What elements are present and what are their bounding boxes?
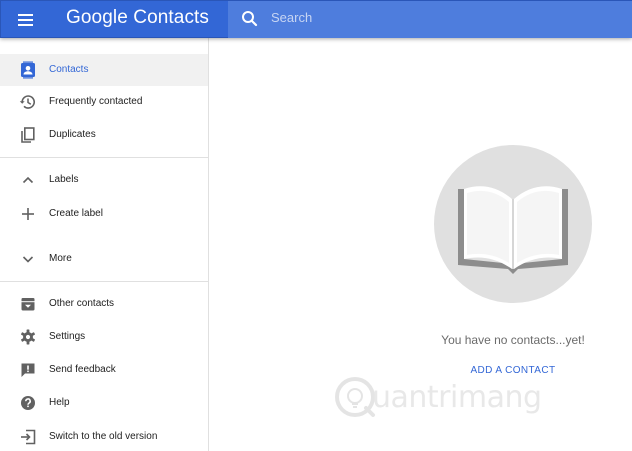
sidebar-item-label: Help (49, 397, 70, 408)
sidebar-item-label: Switch to the old version (49, 431, 158, 442)
sidebar-item-label: Duplicates (49, 129, 96, 140)
sidebar-item-labels[interactable]: Labels (0, 164, 208, 196)
archive-icon (18, 294, 38, 314)
sidebar-item-frequently-contacted[interactable]: Frequently contacted (0, 86, 208, 118)
feedback-icon (18, 360, 38, 380)
sidebar-item-settings[interactable]: Settings (0, 321, 208, 353)
duplicates-icon (18, 125, 38, 145)
sidebar-item-label: Labels (49, 174, 79, 185)
main-content: You have no contacts...yet! ADD A CONTAC… (210, 38, 632, 451)
sidebar-item-other-contacts[interactable]: Other contacts (0, 288, 208, 320)
watermark-text: uantrimang (372, 380, 542, 415)
plus-icon (18, 204, 38, 224)
search-placeholder: Search (271, 10, 313, 25)
watermark: uantrimang (332, 374, 562, 424)
help-icon (18, 393, 38, 413)
sidebar-item-label: Settings (49, 331, 86, 342)
sidebar-divider (0, 281, 208, 282)
contacts-icon (18, 60, 38, 80)
menu-icon[interactable] (15, 10, 39, 30)
search-input[interactable]: Search (228, 1, 632, 38)
sidebar-item-help[interactable]: Help (0, 387, 208, 419)
sidebar-item-label: Frequently contacted (49, 96, 143, 107)
search-icon[interactable] (240, 9, 260, 29)
exit-icon (18, 427, 38, 447)
sidebar-item-label: Send feedback (49, 364, 116, 375)
gear-icon (18, 327, 38, 347)
sidebar-item-more[interactable]: More (0, 243, 208, 275)
history-icon (18, 92, 38, 112)
sidebar: Contacts Frequently contacted Duplicates (0, 38, 209, 451)
empty-state-message: You have no contacts...yet! (441, 333, 585, 347)
sidebar-item-label: Other contacts (49, 298, 115, 309)
sidebar-item-contacts[interactable]: Contacts (0, 54, 208, 86)
sidebar-item-label: Create label (49, 208, 103, 219)
sidebar-item-label: More (49, 253, 72, 264)
app-header: Google Contacts Search (0, 0, 632, 38)
sidebar-item-switch-old-version[interactable]: Switch to the old version (0, 421, 208, 451)
sidebar-item-duplicates[interactable]: Duplicates (0, 119, 208, 151)
app-title: Google Contacts (66, 7, 210, 28)
empty-state-illustration (434, 145, 592, 303)
sidebar-item-send-feedback[interactable]: Send feedback (0, 354, 208, 386)
sidebar-divider (0, 157, 208, 158)
open-book-icon (458, 186, 568, 274)
sidebar-item-label: Contacts (49, 64, 89, 75)
chevron-up-icon (18, 170, 38, 190)
chevron-down-icon (18, 249, 38, 269)
sidebar-item-create-label[interactable]: Create label (0, 198, 208, 230)
